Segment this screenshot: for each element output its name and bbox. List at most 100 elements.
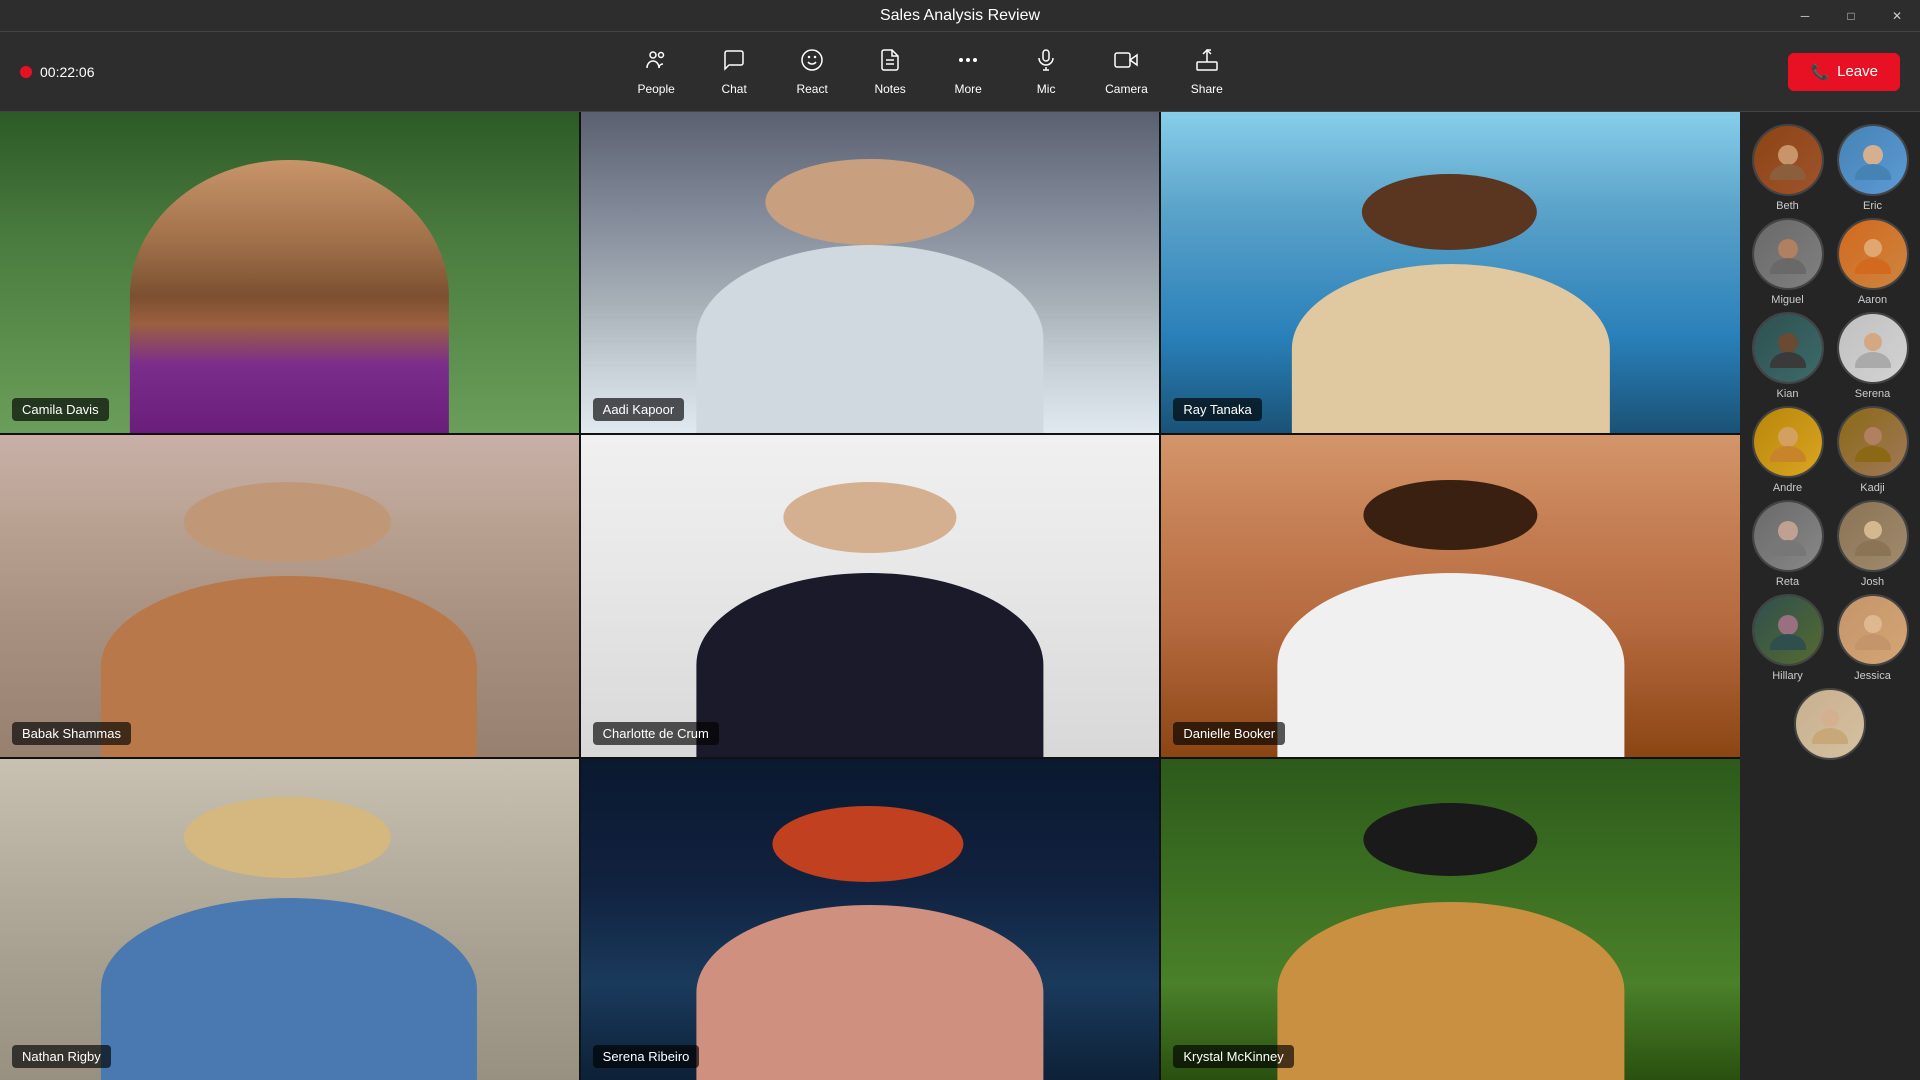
participant-aaron[interactable]: Aaron xyxy=(1833,218,1912,306)
chat-button[interactable]: Chat xyxy=(699,42,769,102)
video-tile-camila[interactable]: Camila Davis xyxy=(0,112,579,433)
participant-avatar-andre xyxy=(1754,408,1822,476)
participant-avatar-kadji xyxy=(1839,408,1907,476)
sidebar-row-1: Beth Eric xyxy=(1748,124,1912,212)
more-button[interactable]: More xyxy=(933,42,1003,102)
window-title: Sales Analysis Review xyxy=(880,7,1040,25)
participant-andre[interactable]: Andre xyxy=(1748,406,1827,494)
people-label: People xyxy=(637,82,674,96)
name-tag-serena-r: Serena Ribeiro xyxy=(593,1045,700,1068)
leave-icon: 📞 xyxy=(1810,63,1829,81)
participant-josh[interactable]: Josh xyxy=(1833,500,1912,588)
participant-avatar-reta xyxy=(1754,502,1822,570)
name-tag-krystal: Krystal McKinney xyxy=(1173,1045,1293,1068)
recording-dot xyxy=(20,66,32,78)
participant-name-miguel: Miguel xyxy=(1771,294,1803,306)
participant-avatar-jessica xyxy=(1839,596,1907,664)
title-bar: Sales Analysis Review ─ □ ✕ xyxy=(0,0,1920,32)
participant-hillary[interactable]: Hillary xyxy=(1748,594,1827,682)
name-tag-nathan: Nathan Rigby xyxy=(12,1045,111,1068)
notes-button[interactable]: Notes xyxy=(855,42,925,102)
timer-display: 00:22:06 xyxy=(40,64,95,80)
participant-avatar-beth xyxy=(1754,126,1822,194)
participant-jessica[interactable]: Jessica xyxy=(1833,594,1912,682)
name-tag-danielle: Danielle Booker xyxy=(1173,722,1285,745)
window-controls: ─ □ ✕ xyxy=(1782,0,1920,31)
participant-name-beth: Beth xyxy=(1776,200,1799,212)
toolbar: 00:22:06 People Chat xyxy=(0,32,1920,112)
participant-name-reta: Reta xyxy=(1776,576,1799,588)
react-label: React xyxy=(796,82,827,96)
participant-reta[interactable]: Reta xyxy=(1748,500,1827,588)
participant-name-josh: Josh xyxy=(1861,576,1884,588)
participant-avatar-aaron xyxy=(1839,220,1907,288)
react-button[interactable]: React xyxy=(777,42,847,102)
name-tag-ray: Ray Tanaka xyxy=(1173,398,1261,421)
minimize-button[interactable]: ─ xyxy=(1782,0,1828,32)
notes-label: Notes xyxy=(874,82,905,96)
name-tag-aadi: Aadi Kapoor xyxy=(593,398,685,421)
camera-label: Camera xyxy=(1105,82,1148,96)
participant-extra[interactable] xyxy=(1748,688,1912,760)
video-grid: Camila Davis Aadi Kapoor Ray Tanaka xyxy=(0,112,1740,1080)
more-label: More xyxy=(954,82,981,96)
people-icon xyxy=(644,48,668,78)
share-icon xyxy=(1195,48,1219,78)
video-tile-serena-r[interactable]: Serena Ribeiro xyxy=(581,759,1160,1080)
participant-kian[interactable]: Kian xyxy=(1748,312,1827,400)
participant-name-serena: Serena xyxy=(1855,388,1890,400)
sidebar-row-4: Andre Kadji xyxy=(1748,406,1912,494)
video-tile-babak[interactable]: Babak Shammas xyxy=(0,435,579,756)
name-tag-babak: Babak Shammas xyxy=(12,722,131,745)
sidebar-row-5: Reta Josh xyxy=(1748,500,1912,588)
leave-label: Leave xyxy=(1837,63,1878,80)
participant-avatar-miguel xyxy=(1754,220,1822,288)
video-tile-charlotte[interactable]: Charlotte de Crum xyxy=(581,435,1160,756)
participant-circle-andre xyxy=(1752,406,1824,478)
participant-name-kadji: Kadji xyxy=(1860,482,1884,494)
camera-icon xyxy=(1114,48,1138,78)
share-button[interactable]: Share xyxy=(1172,42,1242,102)
participant-avatar-serena xyxy=(1839,314,1907,382)
people-button[interactable]: People xyxy=(621,42,691,102)
chat-label: Chat xyxy=(721,82,746,96)
participant-circle-aaron xyxy=(1837,218,1909,290)
video-tile-nathan[interactable]: Nathan Rigby xyxy=(0,759,579,1080)
close-button[interactable]: ✕ xyxy=(1874,0,1920,32)
camera-button[interactable]: Camera xyxy=(1089,42,1164,102)
participant-circle-kian xyxy=(1752,312,1824,384)
participant-circle-eric xyxy=(1837,124,1909,196)
mic-label: Mic xyxy=(1037,82,1056,96)
video-tile-aadi[interactable]: Aadi Kapoor xyxy=(581,112,1160,433)
participant-name-aaron: Aaron xyxy=(1858,294,1887,306)
chat-icon xyxy=(722,48,746,78)
participant-name-andre: Andre xyxy=(1773,482,1802,494)
video-tile-ray[interactable]: Ray Tanaka xyxy=(1161,112,1740,433)
react-icon xyxy=(800,48,824,78)
toolbar-center: People Chat React xyxy=(621,42,1242,102)
participant-circle-hillary xyxy=(1752,594,1824,666)
participant-circle-miguel xyxy=(1752,218,1824,290)
sidebar-row-6: Hillary Jessica xyxy=(1748,594,1912,682)
participant-circle-reta xyxy=(1752,500,1824,572)
participant-beth[interactable]: Beth xyxy=(1748,124,1827,212)
participant-kadji[interactable]: Kadji xyxy=(1833,406,1912,494)
notes-icon xyxy=(878,48,902,78)
sidebar-row-3: Kian Serena xyxy=(1748,312,1912,400)
participant-serena[interactable]: Serena xyxy=(1833,312,1912,400)
participant-name-hillary: Hillary xyxy=(1772,670,1803,682)
mic-button[interactable]: Mic xyxy=(1011,42,1081,102)
main-content: Camila Davis Aadi Kapoor Ray Tanaka xyxy=(0,112,1920,1080)
participant-miguel[interactable]: Miguel xyxy=(1748,218,1827,306)
participant-avatar-hillary xyxy=(1754,596,1822,664)
name-tag-charlotte: Charlotte de Crum xyxy=(593,722,719,745)
video-tile-danielle[interactable]: Danielle Booker xyxy=(1161,435,1740,756)
name-tag-camila: Camila Davis xyxy=(12,398,109,421)
participant-name-kian: Kian xyxy=(1776,388,1798,400)
maximize-button[interactable]: □ xyxy=(1828,0,1874,32)
participant-avatar-eric xyxy=(1839,126,1907,194)
participant-eric[interactable]: Eric xyxy=(1833,124,1912,212)
participant-avatar-josh xyxy=(1839,502,1907,570)
video-tile-krystal[interactable]: Krystal McKinney xyxy=(1161,759,1740,1080)
leave-button[interactable]: 📞 Leave xyxy=(1788,53,1900,91)
